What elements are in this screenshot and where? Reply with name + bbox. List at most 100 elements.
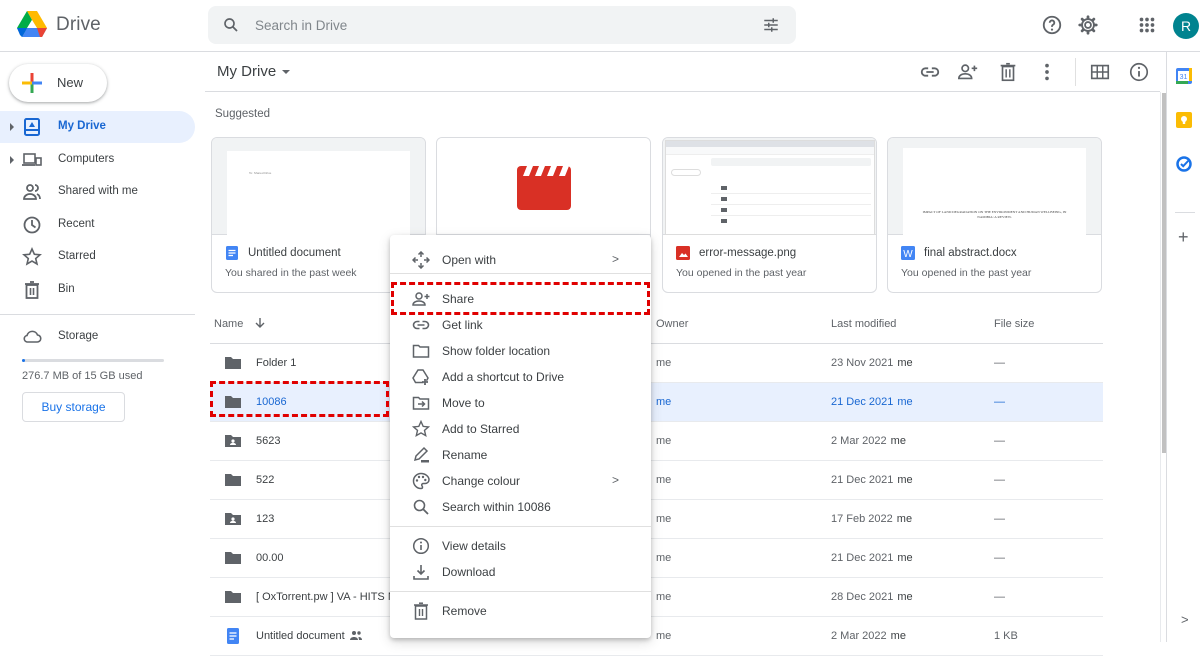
menu-item-show-folder-location[interactable]: Show folder location	[390, 338, 651, 364]
column-owner-header[interactable]: Owner	[656, 318, 688, 330]
folder-icon	[224, 472, 242, 488]
expand-caret-icon[interactable]	[10, 123, 14, 131]
expand-caret-icon[interactable]	[10, 156, 14, 164]
menu-item-share[interactable]: Share	[390, 286, 651, 312]
link-icon	[412, 316, 430, 334]
collapse-panel-button[interactable]: >	[1181, 612, 1189, 627]
menu-item-label: Remove	[442, 604, 487, 618]
tasks-icon[interactable]	[1176, 156, 1192, 172]
menu-item-open-with[interactable]: Open with >	[390, 247, 651, 273]
svg-text:W: W	[903, 249, 913, 260]
menu-item-label: Rename	[442, 448, 488, 462]
sort-arrow-down-icon[interactable]	[254, 317, 266, 329]
file-row[interactable]: Untitled document me 2 Mar 2022 me 1 KB	[210, 617, 1103, 656]
keep-icon[interactable]	[1176, 112, 1192, 128]
rename-icon	[412, 446, 430, 464]
calendar-icon[interactable]: 31	[1176, 68, 1192, 84]
file-owner: me	[656, 357, 672, 369]
sidebar-item-label: Recent	[58, 218, 95, 230]
menu-item-get-link[interactable]: Get link	[390, 312, 651, 338]
column-name-header[interactable]: Name	[214, 318, 243, 330]
grid-view-icon[interactable]	[1089, 61, 1111, 83]
account-avatar[interactable]: R	[1173, 13, 1199, 39]
column-size-header[interactable]: File size	[994, 318, 1034, 330]
sidebar-divider	[0, 314, 195, 315]
menu-item-label: Add a shortcut to Drive	[442, 370, 565, 384]
sidebar-item-bin[interactable]: Bin	[0, 274, 195, 306]
card-subtitle: You opened in the past year	[901, 267, 1032, 279]
sidebar-item-label: Computers	[58, 153, 115, 165]
add-addon-button[interactable]: +	[1178, 227, 1189, 248]
link-icon[interactable]	[919, 61, 941, 83]
sidebar: New My Drive Computers Shared with me Re…	[0, 52, 205, 642]
sidebar-item-starred[interactable]: Starred	[0, 241, 195, 273]
screenshot-preview	[665, 140, 875, 235]
card-subtitle: You opened in the past year	[676, 267, 807, 279]
info-icon[interactable]	[1128, 61, 1150, 83]
menu-item-remove[interactable]: Remove	[390, 598, 651, 624]
menu-item-change-colour[interactable]: Change colour >	[390, 468, 651, 494]
file-row[interactable]: 00.00 me 21 Dec 2021 me —	[210, 539, 1103, 578]
menu-item-search-within-10086[interactable]: Search within 10086	[390, 494, 651, 520]
file-modified: 28 Dec 2021 me	[831, 591, 913, 603]
sidebar-item-shared-with-me[interactable]: Shared with me	[0, 176, 195, 208]
more-vert-icon[interactable]	[1036, 61, 1058, 83]
file-owner: me	[656, 630, 672, 642]
modified-date: 21 Dec 2021	[831, 474, 894, 486]
card-preview: To: Shared Drive	[212, 138, 425, 235]
file-row[interactable]: 123 me 17 Feb 2022 me —	[210, 500, 1103, 539]
cloud-icon	[23, 330, 42, 343]
menu-item-download[interactable]: Download	[390, 559, 651, 585]
search-options-icon[interactable]	[762, 16, 780, 34]
buy-storage-button[interactable]: Buy storage	[22, 392, 125, 422]
suggested-card[interactable]: IMPACT OF LAND DEGRADATION ON THE ENVIRO…	[887, 137, 1102, 293]
suggested-card[interactable]: error-message.png You opened in the past…	[662, 137, 877, 293]
modified-date: 2 Mar 2022	[831, 630, 887, 642]
settings-icon[interactable]	[1077, 14, 1099, 36]
trash-icon	[412, 602, 430, 620]
trash-icon[interactable]	[997, 61, 1019, 83]
modified-by: me	[897, 591, 913, 603]
help-icon[interactable]	[1041, 14, 1063, 36]
sidebar-item-recent[interactable]: Recent	[0, 209, 195, 241]
card-file-name: final abstract.docx	[924, 247, 1017, 259]
search-bar[interactable]: Search in Drive	[208, 6, 796, 44]
page-title[interactable]: My Drive	[217, 63, 276, 80]
search-input[interactable]: Search in Drive	[255, 18, 347, 33]
menu-item-label: Search within 10086	[442, 500, 551, 514]
file-row[interactable]: [ OxTorrent.pw ] VA - HITS NI me 28 Dec 20…	[210, 578, 1103, 617]
menu-item-label: Share	[442, 292, 475, 306]
doc-preview-text: To: Shared Drive	[249, 171, 272, 175]
file-row[interactable]: Folder 1 me 23 Nov 2021 me —	[210, 344, 1103, 383]
menu-item-label: View details	[442, 539, 506, 553]
folder-icon	[224, 550, 242, 566]
file-row[interactable]: 5623 me 2 Mar 2022 me —	[210, 422, 1103, 461]
file-size: —	[994, 552, 1005, 564]
file-row[interactable]: 522 me 21 Dec 2021 me —	[210, 461, 1103, 500]
add-person-icon	[412, 290, 430, 308]
add-person-icon[interactable]	[957, 61, 979, 83]
context-menu: Open with > Share Get link Show folder locat…	[390, 235, 651, 638]
storage-usage-bar	[22, 359, 164, 362]
modified-by: me	[897, 552, 913, 564]
column-modified-header[interactable]: Last modified	[831, 318, 896, 330]
menu-item-add-to-starred[interactable]: Add to Starred	[390, 416, 651, 442]
file-row[interactable]: 10086 me 21 Dec 2021 me —	[210, 383, 1103, 422]
file-modified: 21 Dec 2021 me	[831, 552, 913, 564]
sidebar-item-storage[interactable]: Storage	[0, 321, 195, 353]
menu-item-move-to[interactable]: Move to	[390, 390, 651, 416]
sidebar-item-my-drive[interactable]: My Drive	[0, 111, 195, 143]
card-file-name: Untitled document	[248, 247, 341, 259]
apps-grid-icon[interactable]	[1136, 14, 1158, 36]
main-content: My Drive Suggested To: Shared Drive Unti…	[205, 52, 1170, 656]
drive-logo[interactable]: Drive	[17, 11, 101, 38]
svg-text:31: 31	[1180, 74, 1188, 81]
dropdown-caret-icon[interactable]	[282, 70, 290, 74]
file-size: —	[994, 474, 1005, 486]
menu-item-view-details[interactable]: View details	[390, 533, 651, 559]
menu-item-rename[interactable]: Rename	[390, 442, 651, 468]
search-icon[interactable]	[222, 16, 240, 34]
menu-item-add-a-shortcut-to-drive[interactable]: Add a shortcut to Drive	[390, 364, 651, 390]
new-button[interactable]: New	[9, 64, 107, 102]
sidebar-item-computers[interactable]: Computers	[0, 144, 195, 176]
